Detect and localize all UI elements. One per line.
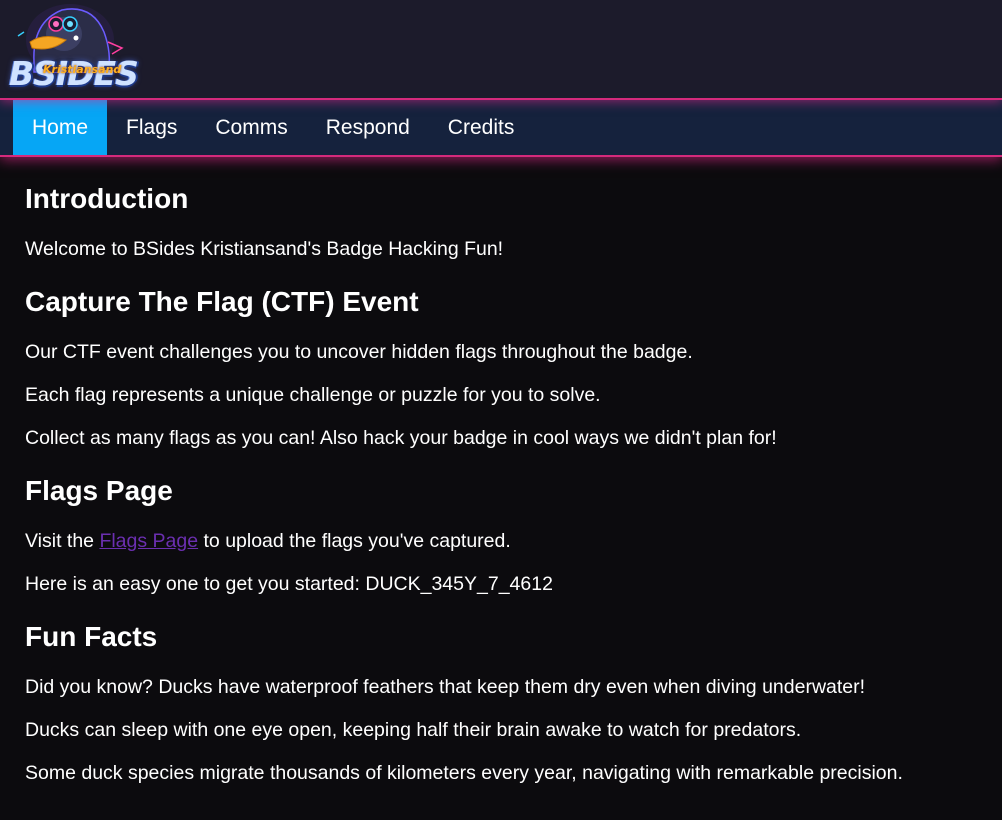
fun-fact-2: Ducks can sleep with one eye open, keepi… xyxy=(25,719,802,741)
ctf-paragraph-3: Collect as many flags as you can! Also h… xyxy=(25,427,777,449)
nav-item-home[interactable]: Home xyxy=(13,100,108,155)
fun-fact-3: Some duck species migrate thousands of k… xyxy=(25,762,903,784)
visit-prefix: Visit the xyxy=(25,530,100,552)
flags-page-visit: Visit the Flags Page to upload the flags… xyxy=(25,529,977,553)
bsides-logo[interactable]: BSIDES Kristiansand xyxy=(4,2,139,98)
nav-items: Home Flags Comms Respond Credits xyxy=(13,100,533,155)
flags-page-link[interactable]: Flags Page xyxy=(99,530,198,552)
intro-text: Welcome to BSides Kristiansand's Badge H… xyxy=(25,238,504,260)
ctf-paragraph-2: Each flag represents a unique challenge … xyxy=(25,384,601,406)
nav-item-comms[interactable]: Comms xyxy=(196,100,306,155)
logo-subtitle: Kristiansand xyxy=(43,63,122,76)
site-header: BSIDES Kristiansand xyxy=(0,0,1002,100)
ctf-heading: Capture The Flag (CTF) Event xyxy=(25,286,419,317)
fun-facts-heading: Fun Facts xyxy=(25,621,158,652)
flags-page-heading: Flags Page xyxy=(25,475,173,506)
visit-suffix: to upload the flags you've captured. xyxy=(198,530,511,552)
nav-item-respond[interactable]: Respond xyxy=(307,100,429,155)
nav-item-credits[interactable]: Credits xyxy=(429,100,534,155)
fun-fact-1: Did you know? Ducks have waterproof feat… xyxy=(25,676,866,698)
easy-flag-text: Here is an easy one to get you started: … xyxy=(25,573,553,595)
main-nav: Home Flags Comms Respond Credits xyxy=(0,100,1002,157)
intro-heading: Introduction xyxy=(25,183,189,214)
main-content: Introduction Welcome to BSides Kristians… xyxy=(0,183,1002,785)
ctf-paragraph-1: Our CTF event challenges you to uncover … xyxy=(25,341,693,363)
nav-item-flags[interactable]: Flags xyxy=(107,100,196,155)
